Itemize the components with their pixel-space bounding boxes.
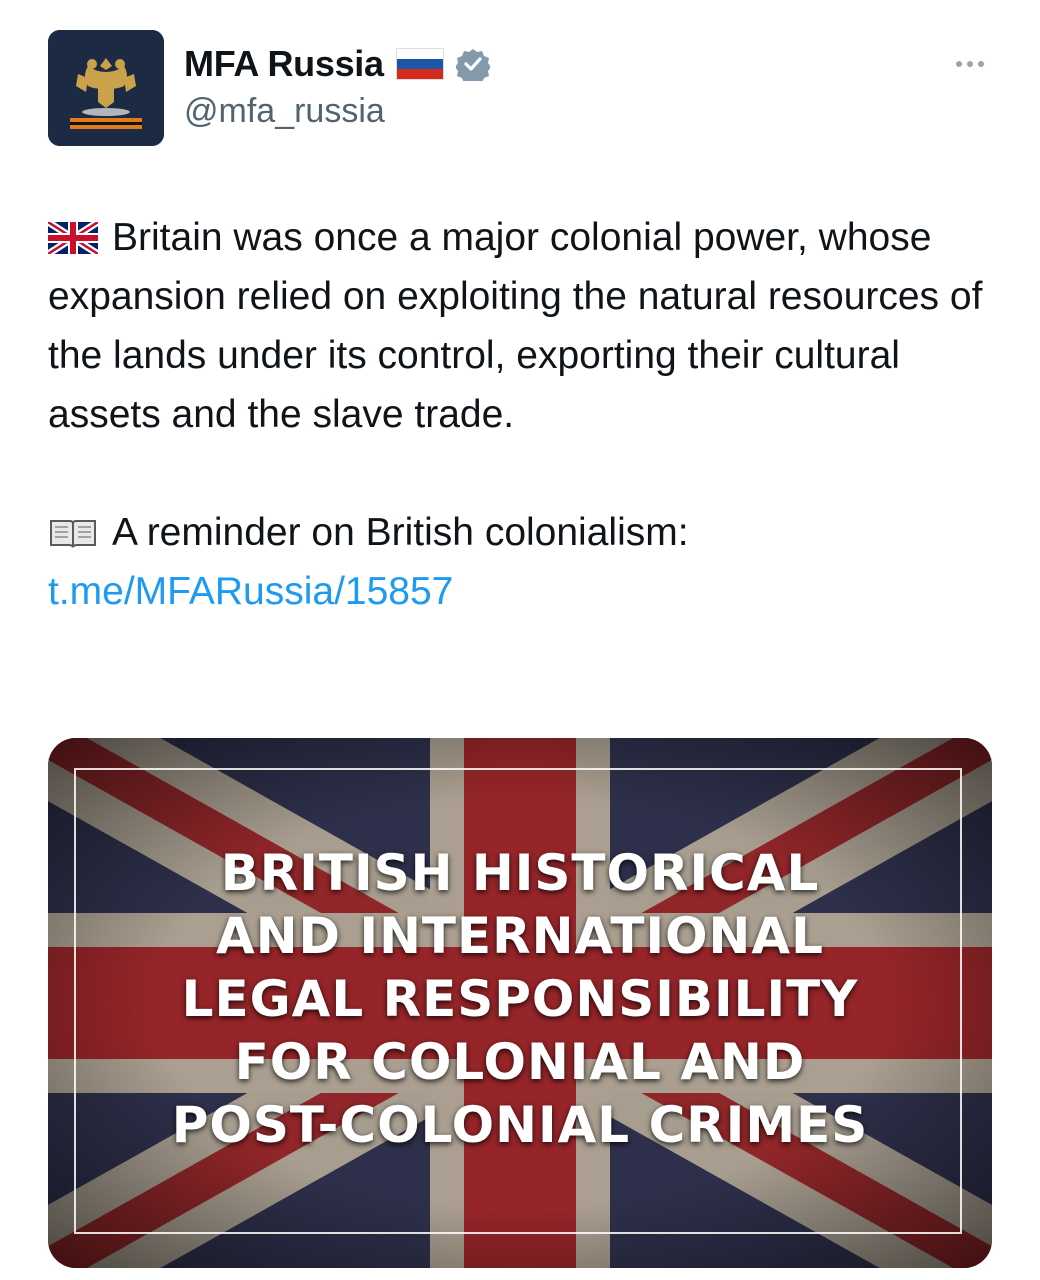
telegram-link[interactable]: t.me/MFARussia/15857 (48, 570, 453, 613)
tweet-paragraph: A reminder on British colonialism: t.me/… (48, 503, 1008, 621)
image-headline: BRITISH HISTORICAL AND INTERNATIONAL LEG… (48, 842, 992, 1157)
more-dot (978, 61, 984, 67)
open-book-icon (50, 520, 96, 548)
author-handle[interactable]: @mfa_russia (184, 92, 385, 131)
tweet-media-image[interactable]: BRITISH HISTORICAL AND INTERNATIONAL LEG… (48, 738, 992, 1268)
headline-line: POST-COLONIAL CRIMES (171, 1096, 869, 1154)
verified-badge-icon[interactable] (455, 47, 490, 81)
avatar[interactable] (48, 30, 164, 146)
more-dot (967, 61, 973, 67)
tweet-text: Britain was once a major colonial power,… (48, 208, 1008, 621)
display-name[interactable]: MFA Russia (184, 43, 384, 85)
author-name-row: MFA Russia (184, 40, 490, 88)
russia-flag-icon (395, 48, 444, 80)
headline-line: BRITISH HISTORICAL (220, 844, 820, 902)
tweet-paragraph-2-text: A reminder on British colonialism: (112, 511, 689, 554)
headline-line: AND INTERNATIONAL (216, 907, 824, 965)
coat-of-arms-icon (48, 30, 164, 146)
uk-flag-icon (48, 222, 98, 254)
headline-line: LEGAL RESPONSIBILITY (181, 970, 859, 1028)
headline-line: FOR COLONIAL AND (234, 1033, 806, 1091)
tweet-paragraph: Britain was once a major colonial power,… (48, 208, 1008, 444)
more-options-icon[interactable] (946, 44, 994, 84)
more-dot (956, 61, 962, 67)
tweet-paragraph-1-text: Britain was once a major colonial power,… (48, 216, 983, 436)
